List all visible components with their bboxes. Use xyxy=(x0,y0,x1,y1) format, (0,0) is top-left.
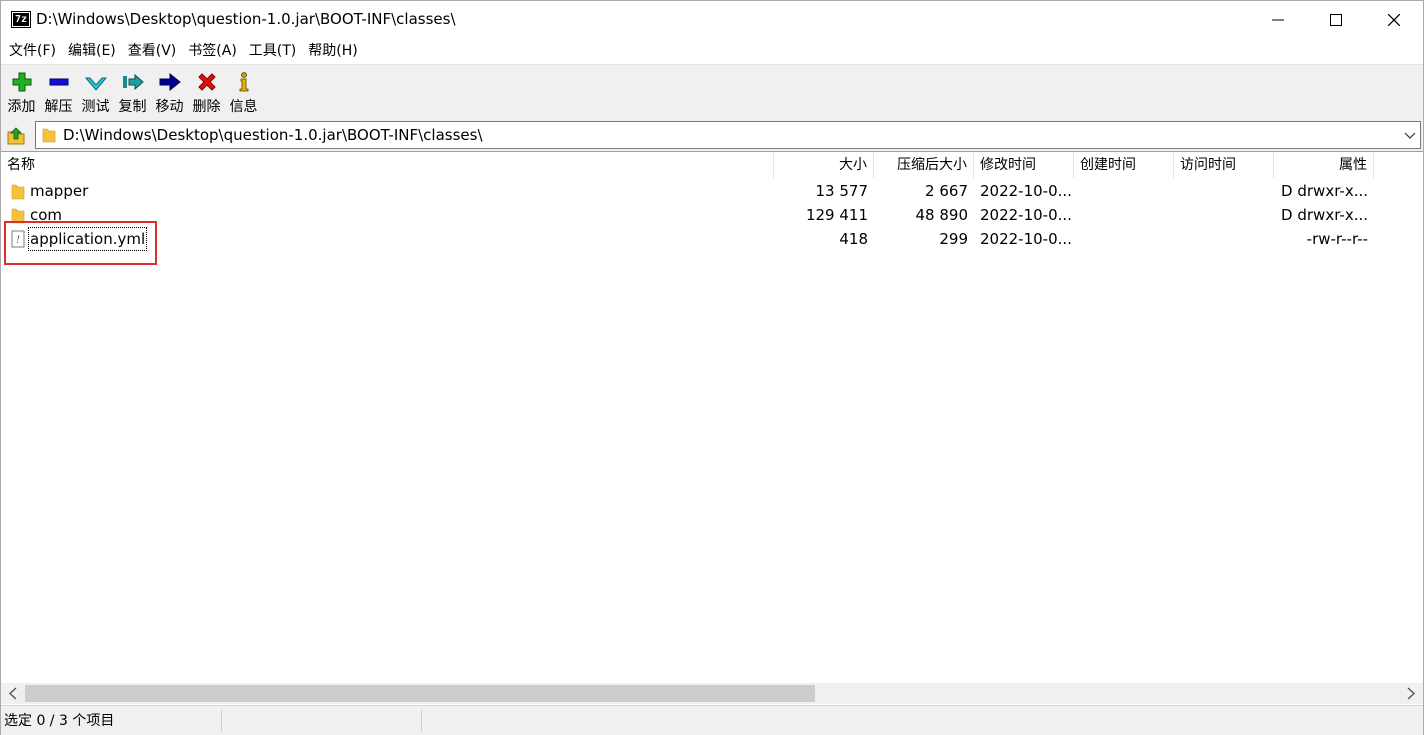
file-size: 418 xyxy=(839,230,868,248)
scrollbar-thumb[interactable] xyxy=(25,685,815,702)
file-list[interactable]: 名称 大小 压缩后大小 修改时间 创建时间 访问时间 属性 mapper 13 … xyxy=(1,151,1423,683)
delete-x-icon xyxy=(198,73,216,91)
info-button[interactable]: 信息 xyxy=(225,65,262,120)
file-name: mapper xyxy=(30,182,89,200)
file-created xyxy=(1080,227,1172,251)
menu-help[interactable]: 帮助(H) xyxy=(302,39,363,64)
add-button[interactable]: 添加 xyxy=(3,65,40,120)
list-item[interactable]: ! application.yml 418 299 2022-10-0... -… xyxy=(1,227,1423,251)
column-header-packed-size[interactable]: 压缩后大小 xyxy=(874,152,974,178)
menu-file[interactable]: 文件(F) xyxy=(3,39,62,64)
column-header-attributes[interactable]: 属性 xyxy=(1274,152,1374,178)
file-attributes: -rw-r--r-- xyxy=(1306,230,1368,248)
file-size: 129 411 xyxy=(805,206,868,224)
file-modified: 2022-10-0... xyxy=(980,206,1072,224)
status-segment-2 xyxy=(222,710,422,732)
copy-label: 复制 xyxy=(118,99,147,115)
folder-icon xyxy=(42,128,56,143)
file-created xyxy=(1080,203,1172,227)
horizontal-scrollbar[interactable] xyxy=(1,683,1423,704)
window-title: D:\Windows\Desktop\question-1.0.jar\BOOT… xyxy=(36,10,456,28)
extract-label: 解压 xyxy=(44,99,73,115)
title-bar[interactable]: 7z D:\Windows\Desktop\question-1.0.jar\B… xyxy=(1,1,1423,39)
archive-window: 7z D:\Windows\Desktop\question-1.0.jar\B… xyxy=(0,0,1424,735)
chevron-down-icon[interactable] xyxy=(1404,130,1416,140)
menu-tools[interactable]: 工具(T) xyxy=(243,39,302,64)
menu-bookmarks[interactable]: 书签(A) xyxy=(182,39,243,64)
file-packed-size: 2 667 xyxy=(925,182,968,200)
move-arrow-icon xyxy=(159,72,181,92)
parent-folder-icon[interactable] xyxy=(5,124,27,146)
status-bar: 选定 0 / 3 个项目 xyxy=(1,705,1423,735)
extract-button[interactable]: 解压 xyxy=(40,65,77,120)
file-modified: 2022-10-0... xyxy=(980,182,1072,200)
file-size: 13 577 xyxy=(815,182,869,200)
7zip-app-icon: 7z xyxy=(11,11,31,28)
delete-label: 删除 xyxy=(192,99,221,115)
scroll-right-icon[interactable] xyxy=(1399,683,1423,704)
check-icon xyxy=(84,77,108,91)
minimize-icon xyxy=(1272,19,1284,21)
column-header-accessed[interactable]: 访问时间 xyxy=(1174,152,1274,178)
annotation-highlight-box xyxy=(4,221,157,265)
file-accessed xyxy=(1180,203,1272,227)
list-header: 名称 大小 压缩后大小 修改时间 创建时间 访问时间 属性 xyxy=(1,152,1423,178)
file-modified: 2022-10-0... xyxy=(980,230,1072,248)
file-attributes: D drwxr-x... xyxy=(1281,206,1368,224)
copy-button[interactable]: 复制 xyxy=(114,65,151,120)
delete-button[interactable]: 删除 xyxy=(188,65,225,120)
info-icon xyxy=(239,72,249,92)
file-accessed xyxy=(1180,179,1272,203)
maximize-button[interactable] xyxy=(1307,1,1365,39)
address-bar: D:\Windows\Desktop\question-1.0.jar\BOOT… xyxy=(1,119,1423,151)
file-packed-size: 299 xyxy=(939,230,968,248)
list-item[interactable]: com 129 411 48 890 2022-10-0... D drwxr-… xyxy=(1,203,1423,227)
file-attributes: D drwxr-x... xyxy=(1281,182,1368,200)
minus-icon xyxy=(49,78,69,86)
column-header-created[interactable]: 创建时间 xyxy=(1074,152,1174,178)
move-button[interactable]: 移动 xyxy=(151,65,188,120)
minimize-button[interactable] xyxy=(1249,1,1307,39)
file-accessed xyxy=(1180,227,1272,251)
menu-view[interactable]: 查看(V) xyxy=(122,39,183,64)
list-item[interactable]: mapper 13 577 2 667 2022-10-0... D drwxr… xyxy=(1,179,1423,203)
close-icon xyxy=(1388,14,1400,26)
close-button[interactable] xyxy=(1365,1,1423,39)
status-segment-3 xyxy=(422,710,622,732)
toolbar: 添加 解压 测试 复制 移动 删除 信息 xyxy=(1,64,1423,119)
file-created xyxy=(1080,179,1172,203)
menu-edit[interactable]: 编辑(E) xyxy=(62,39,122,64)
column-header-size[interactable]: 大小 xyxy=(774,152,874,178)
test-button[interactable]: 测试 xyxy=(77,65,114,120)
move-label: 移动 xyxy=(155,99,184,115)
path-text: D:\Windows\Desktop\question-1.0.jar\BOOT… xyxy=(63,126,483,144)
file-packed-size: 48 890 xyxy=(915,206,969,224)
maximize-icon xyxy=(1330,14,1342,26)
add-label: 添加 xyxy=(7,99,36,115)
column-header-modified[interactable]: 修改时间 xyxy=(974,152,1074,178)
path-combobox[interactable]: D:\Windows\Desktop\question-1.0.jar\BOOT… xyxy=(35,121,1421,149)
menu-bar: 文件(F) 编辑(E) 查看(V) 书签(A) 工具(T) 帮助(H) xyxy=(1,39,1423,64)
info-label: 信息 xyxy=(229,99,258,115)
plus-icon xyxy=(12,72,32,92)
status-selection: 选定 0 / 3 个项目 xyxy=(1,710,222,732)
test-label: 测试 xyxy=(81,99,110,115)
scroll-left-icon[interactable] xyxy=(1,683,25,704)
column-header-name[interactable]: 名称 xyxy=(1,152,774,178)
copy-arrow-icon xyxy=(123,73,144,91)
folder-icon xyxy=(11,184,25,200)
